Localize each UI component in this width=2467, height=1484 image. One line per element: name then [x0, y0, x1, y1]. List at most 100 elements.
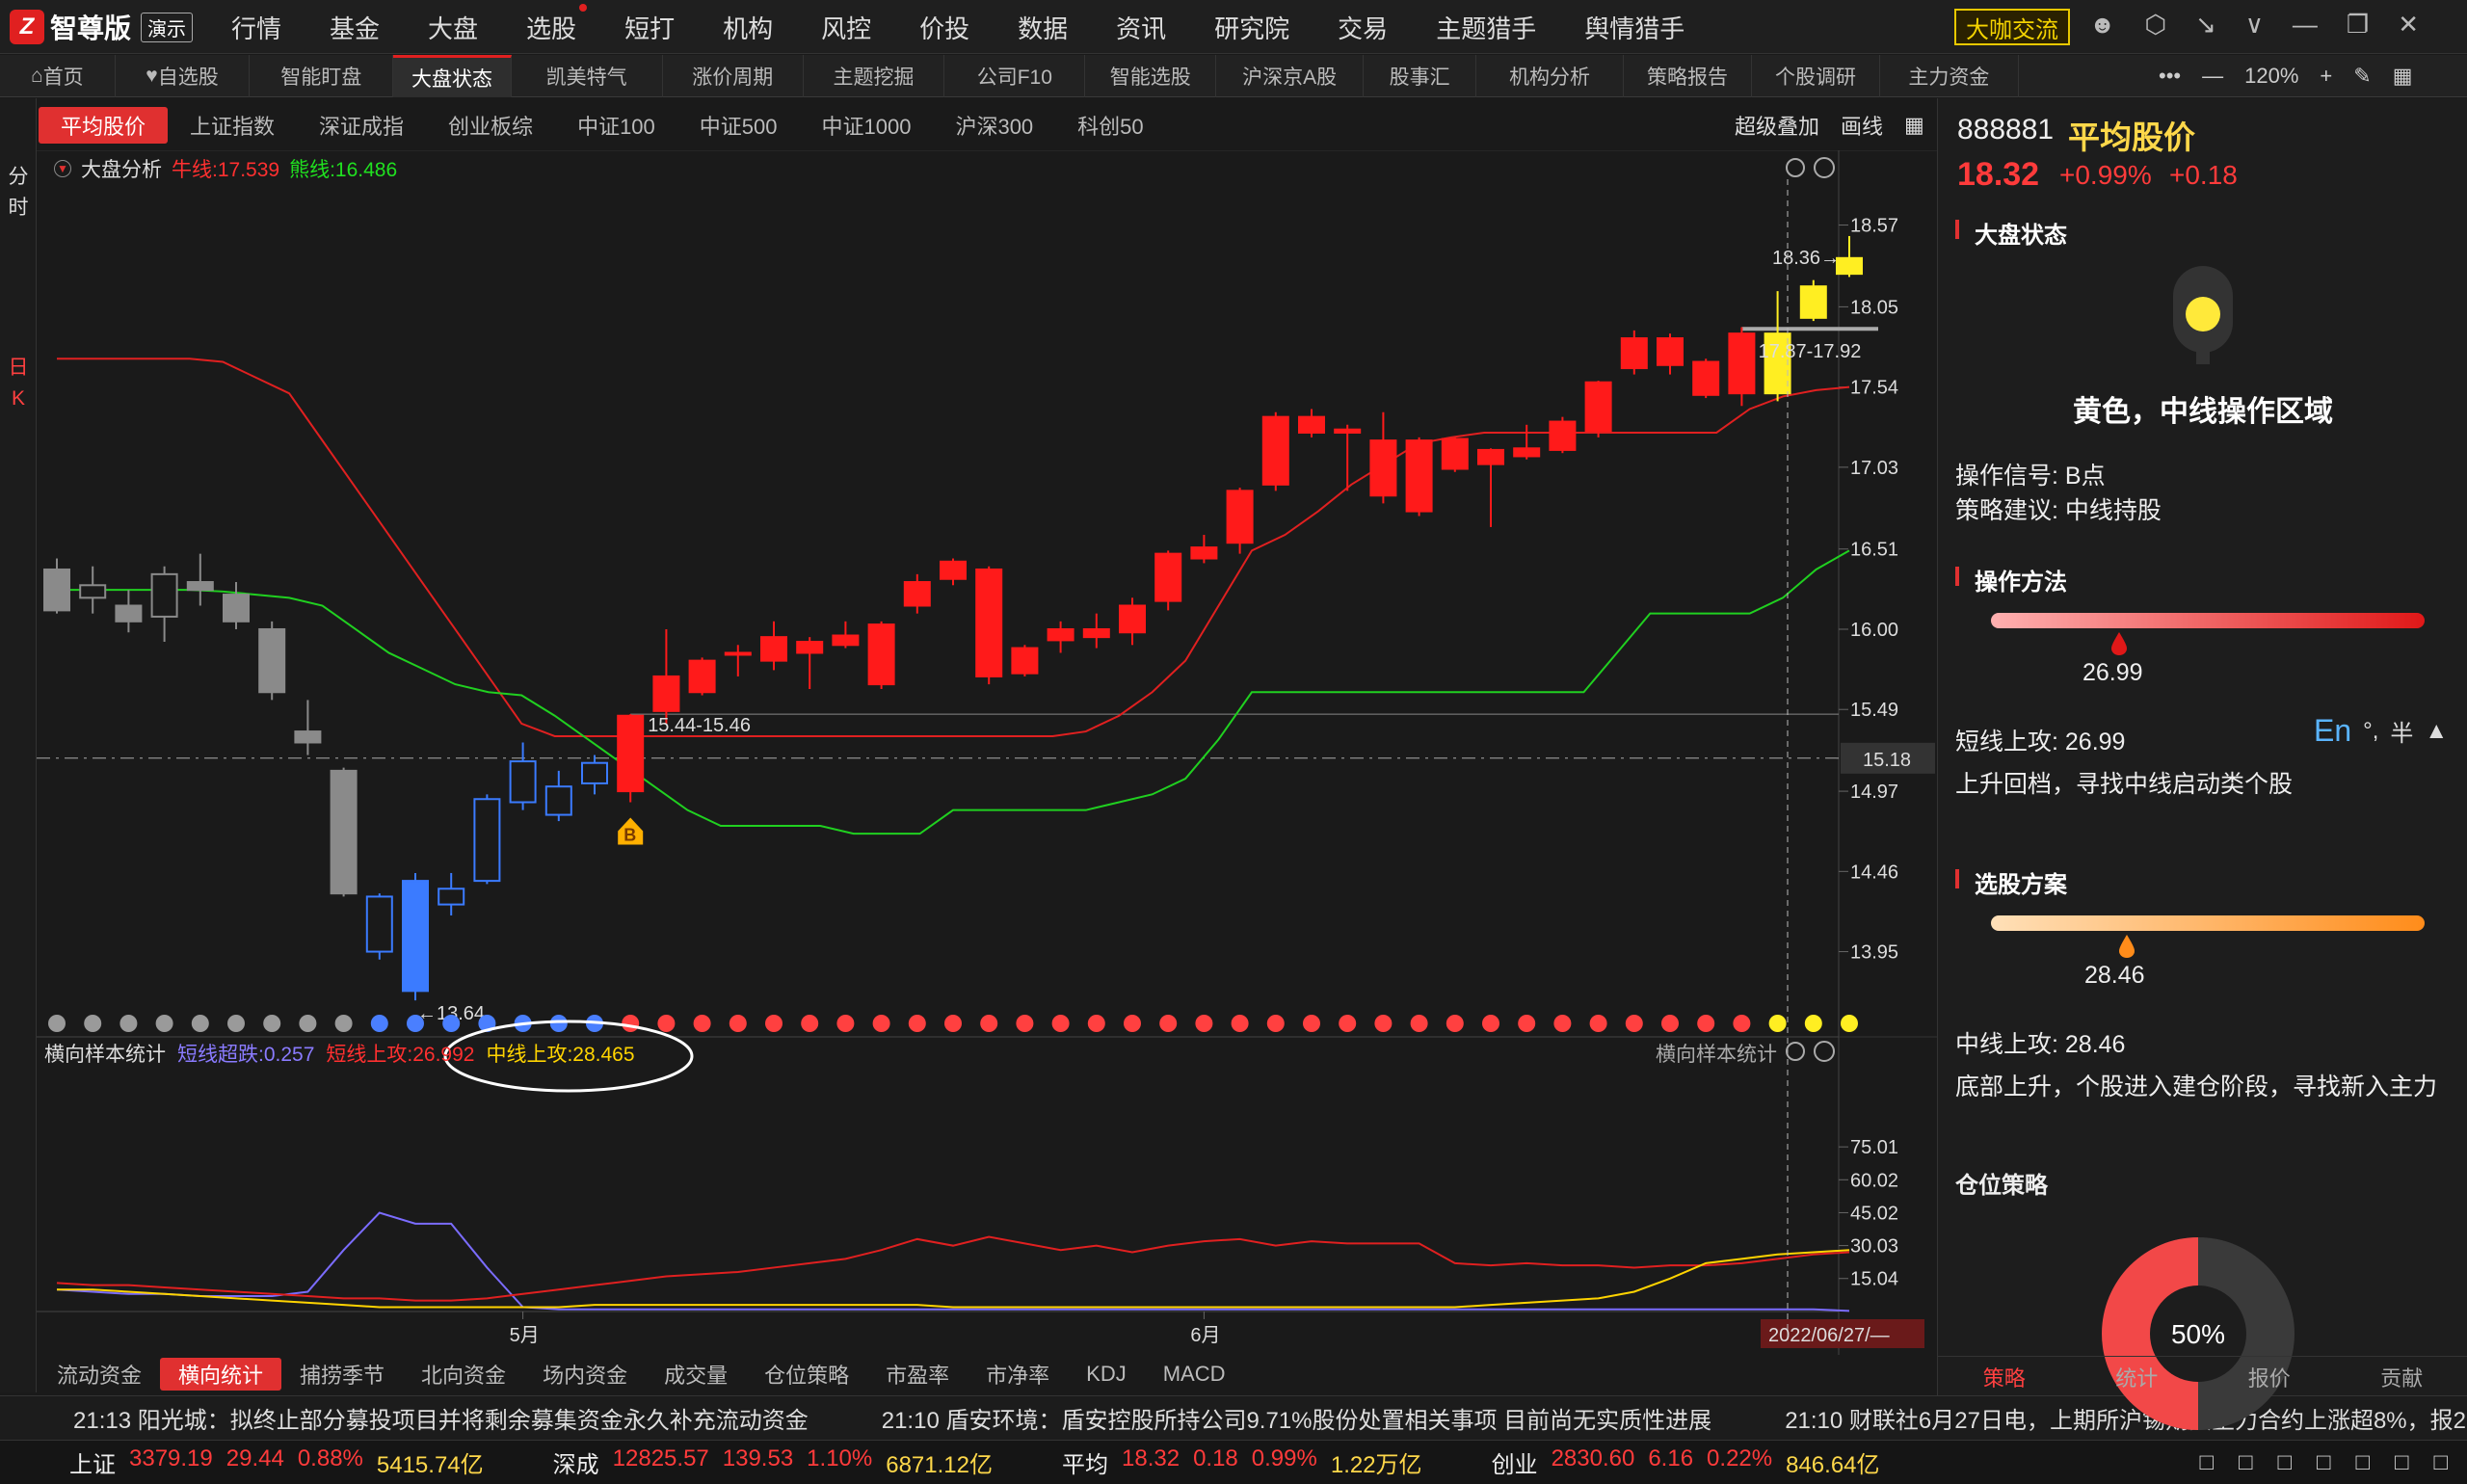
menu-item-3[interactable]: 选股 [502, 3, 600, 45]
menu-item-12[interactable]: 主题猎手 [1412, 10, 1560, 45]
index-button-4[interactable]: 中证100 [555, 107, 677, 144]
tab-7[interactable]: 公司F10 [944, 55, 1086, 97]
daka-button[interactable]: 大咖交流 [1954, 9, 2070, 45]
shrink-icon[interactable]: ↘ [2195, 10, 2216, 40]
index-button-6[interactable]: 中证1000 [800, 107, 934, 144]
sub-settings-icon[interactable] [1786, 1042, 1805, 1061]
panel-settings-icon[interactable] [1786, 158, 1805, 177]
panel-tab-1[interactable]: 统计 [2071, 1357, 2204, 1396]
tab-3[interactable]: 大盘状态 [393, 55, 512, 97]
zoom-out-button[interactable]: — [2202, 64, 2223, 89]
tab-8[interactable]: 智能选股 [1085, 55, 1217, 97]
menu-item-7[interactable]: 价投 [895, 10, 994, 45]
menu-item-13[interactable]: 舆情猎手 [1560, 10, 1709, 45]
signal-dot-39 [1446, 1015, 1464, 1032]
tab-0[interactable]: ⌂ 首页 [0, 55, 116, 97]
tab-4[interactable]: 凯美特气 [512, 55, 663, 97]
indicator-tab-1[interactable]: 横向统计 [160, 1358, 282, 1391]
panel-tab-2[interactable]: 报价 [2203, 1357, 2336, 1396]
index-button-1[interactable]: 上证指数 [168, 107, 297, 144]
tab-12[interactable]: 策略报告 [1624, 55, 1753, 97]
candle-40 [1477, 448, 1504, 527]
kline-chart[interactable]: 18.57 18.05 17.54 17.03 16.51 16.00 15.49 14.97… [37, 150, 1937, 1355]
layout-icon[interactable]: ▦ [1904, 113, 1924, 138]
menu-item-5[interactable]: 机构 [699, 10, 797, 45]
indicator-tab-3[interactable]: 北向资金 [403, 1358, 524, 1391]
user-icon[interactable]: ☻ [2089, 10, 2115, 40]
tab-13[interactable]: 个股调研 [1752, 55, 1881, 97]
close-icon[interactable]: ✕ [2398, 10, 2419, 40]
menu-item-4[interactable]: 短打 [600, 10, 699, 45]
period-fenshi[interactable]: 分 时 [0, 162, 37, 224]
app-logo[interactable]: Z 智尊版 演示 [10, 8, 194, 46]
status-index-2[interactable]: 平均 18.32 0.18 0.99% 1.22万亿 [1062, 1445, 1422, 1479]
bell-icon[interactable]: □ [2239, 1449, 2253, 1476]
ime-indicator[interactable]: En °, 半 ▲ [2314, 713, 2448, 749]
close-icon[interactable]: □ [2434, 1449, 2449, 1476]
tab-14[interactable]: 主力资金 [1880, 55, 2019, 97]
tab-1[interactable]: ♥ 自选股 [116, 55, 251, 97]
status-price: 3379.19 [129, 1445, 213, 1471]
tab-5[interactable]: 涨价周期 [663, 55, 804, 97]
indicator-tab-10[interactable]: MACD [1145, 1358, 1244, 1391]
indicator-tab-8[interactable]: 市净率 [968, 1358, 1068, 1391]
index-button-7[interactable]: 沪深300 [933, 107, 1055, 144]
news-item-1[interactable]: 21:10 盾安环境：盾安控股所持公司9.71%股份处置相关事项 目前尚无实质性… [882, 1401, 1711, 1435]
menu-item-11[interactable]: 交易 [1313, 10, 1412, 45]
tab-2[interactable]: 智能盯盘 [250, 55, 394, 97]
panel-tab-0[interactable]: 策略 [1938, 1357, 2071, 1396]
news-item-0[interactable]: 21:13 阳光城：拟终止部分募投项目并将剩余募集资金永久补充流动资金 [73, 1401, 809, 1435]
tab-6[interactable]: 主题挖掘 [804, 55, 945, 97]
menu-item-10[interactable]: 研究院 [1190, 10, 1313, 45]
status-index-0[interactable]: 上证 3379.19 29.44 0.88% 5415.74亿 [69, 1445, 484, 1479]
chat-icon[interactable]: □ [2317, 1449, 2331, 1476]
menu-item-2[interactable]: 大盘 [404, 10, 502, 45]
indicator-tab-9[interactable]: KDJ [1068, 1358, 1145, 1391]
tab-10[interactable]: 股事汇 [1364, 55, 1477, 97]
restore-icon[interactable]: ❐ [2347, 10, 2369, 40]
indicator-tab-7[interactable]: 市盈率 [867, 1358, 968, 1391]
indicator-tab-6[interactable]: 仓位策略 [746, 1358, 867, 1391]
mail-icon[interactable]: □ [2278, 1449, 2293, 1476]
sub-help-icon[interactable] [1814, 1041, 1835, 1062]
news-ticker[interactable]: 21:13 阳光城：拟终止部分募投项目并将剩余募集资金永久补充流动资金 21:10… [0, 1395, 2467, 1440]
index-button-0[interactable]: 平均股价 [39, 107, 169, 144]
list-icon[interactable]: □ [2356, 1449, 2371, 1476]
pen-icon[interactable]: ✎ [2353, 64, 2371, 89]
index-button-8[interactable]: 科创50 [1055, 107, 1165, 144]
status-index-1[interactable]: 深成 12825.57 139.53 1.10% 6871.12亿 [553, 1445, 993, 1479]
grid-icon[interactable]: ▦ [2393, 64, 2413, 89]
menu-item-9[interactable]: 资讯 [1092, 10, 1190, 45]
signal-dot-6 [263, 1015, 281, 1032]
tab-9[interactable]: 沪深京A股 [1216, 55, 1365, 97]
settings-icon[interactable]: ⬡ [2144, 10, 2166, 40]
period-rik[interactable]: 日 K [0, 353, 37, 414]
menu-item-0[interactable]: 行情 [207, 10, 305, 45]
indicator-tab-4[interactable]: 场内资金 [524, 1358, 646, 1391]
sub-axis: 75.01 60.02 45.02 30.03 15.04 [1839, 1137, 1898, 1290]
panel-help-icon[interactable] [1814, 157, 1835, 178]
phone-icon[interactable]: □ [2395, 1449, 2409, 1476]
draw-line-button[interactable]: 画线 [1841, 110, 1883, 141]
indicator-tab-0[interactable]: 流动资金 [39, 1358, 160, 1391]
stock-name: 平均股价 [2068, 119, 2195, 155]
status-index-3[interactable]: 创业 2830.60 6.16 0.22% 846.64亿 [1492, 1445, 1880, 1479]
menu-item-6[interactable]: 风控 [797, 10, 895, 45]
tab-11[interactable]: 机构分析 [1476, 55, 1625, 97]
panel-tab-3[interactable]: 贡献 [2336, 1357, 2467, 1396]
index-button-3[interactable]: 创业板综 [426, 107, 555, 144]
calendar-icon[interactable]: □ [2200, 1449, 2215, 1476]
zoom-in-button[interactable]: + [2320, 64, 2332, 89]
index-button-2[interactable]: 深证成指 [297, 107, 426, 144]
super-overlay-button[interactable]: 超级叠加 [1735, 110, 1819, 141]
menu-item-1[interactable]: 基金 [305, 10, 404, 45]
indicator-tab-5[interactable]: 成交量 [646, 1358, 746, 1391]
more-icon[interactable]: ••• [2159, 64, 2181, 89]
stock-change: +0.18 [2169, 160, 2238, 190]
indicator-tab-2[interactable]: 捕捞季节 [281, 1358, 403, 1391]
chevron-down-icon[interactable]: ∨ [2245, 10, 2264, 40]
app-title: 智尊版 [50, 13, 132, 43]
index-button-5[interactable]: 中证500 [677, 107, 800, 144]
menu-item-8[interactable]: 数据 [994, 10, 1092, 45]
minimize-icon[interactable]: — [2293, 10, 2318, 40]
